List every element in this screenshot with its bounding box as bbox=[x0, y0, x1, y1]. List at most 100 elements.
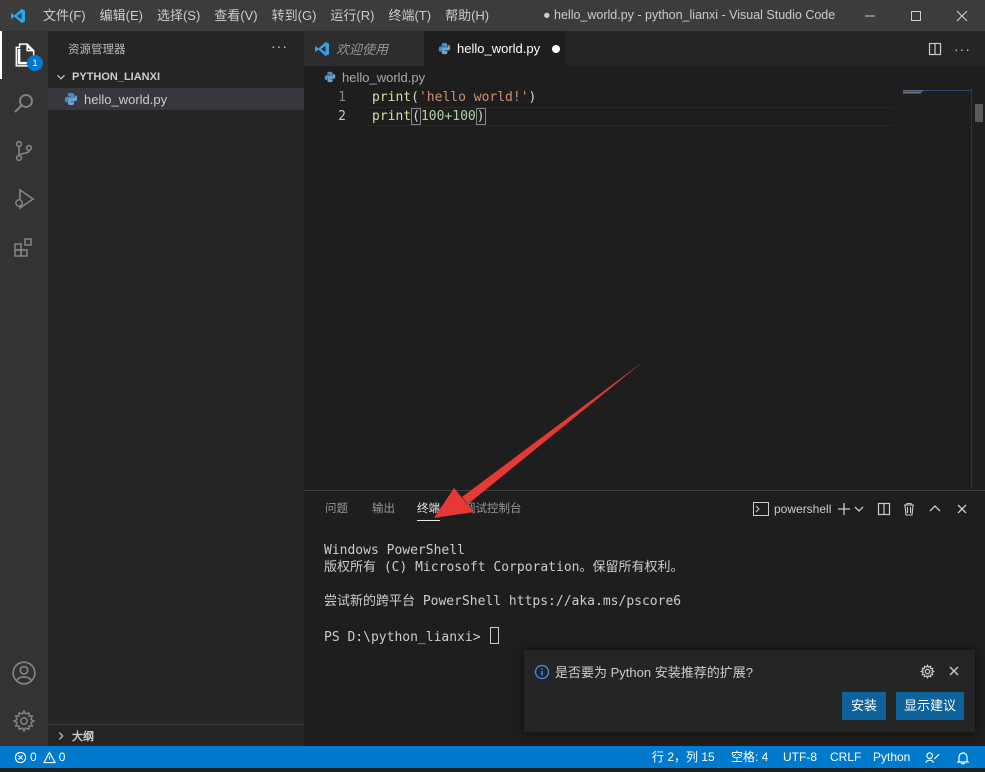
code-number: 100+100 bbox=[420, 109, 476, 124]
trash-icon bbox=[904, 502, 914, 516]
maximize-panel-button[interactable] bbox=[929, 499, 941, 519]
breadcrumb-file[interactable]: hello_world.py bbox=[342, 70, 425, 85]
close-icon bbox=[957, 504, 967, 514]
feedback-button[interactable] bbox=[925, 750, 940, 772]
more-actions-button[interactable]: ··· bbox=[271, 31, 288, 62]
source-control-icon bbox=[15, 140, 33, 162]
install-button[interactable]: 安装 bbox=[842, 692, 886, 720]
terminal-prompt: PS D:\python_lianxi> bbox=[324, 630, 489, 645]
notification-message: 是否要为 Python 安装推荐的扩展? bbox=[555, 665, 753, 680]
maximize-icon bbox=[911, 10, 921, 21]
unsaved-dot-icon[interactable] bbox=[552, 44, 561, 53]
tab-debug-console[interactable]: 调试控制台 bbox=[464, 491, 522, 527]
folder-label: PYTHON_LIANXI bbox=[72, 71, 161, 83]
vscode-tab-icon bbox=[315, 41, 329, 56]
notifications-button[interactable] bbox=[956, 750, 970, 772]
menu-terminal[interactable]: 终端(T) bbox=[381, 0, 438, 31]
indentation[interactable]: 空格: 4 bbox=[731, 746, 768, 768]
python-file-icon bbox=[64, 92, 78, 106]
outline-label: 大纲 bbox=[72, 730, 94, 743]
code-line[interactable]: print('hello world!') bbox=[372, 88, 536, 107]
menu-bar: 文件(F) 编辑(E) 选择(S) 查看(V) 转到(G) 运行(R) 终端(T… bbox=[36, 0, 496, 31]
chevron-down-icon bbox=[57, 74, 65, 80]
code-paren: ) bbox=[528, 90, 537, 105]
explorer-badge: 1 bbox=[27, 55, 43, 71]
terminal-cursor bbox=[490, 627, 500, 644]
info-icon bbox=[534, 664, 550, 680]
folder-python-lianxi[interactable]: PYTHON_LIANXI bbox=[48, 66, 304, 88]
split-terminal-button[interactable] bbox=[877, 499, 891, 519]
gear-icon bbox=[12, 709, 36, 733]
tab-terminal[interactable]: 终端 bbox=[417, 491, 440, 527]
file-hello-world[interactable]: hello_world.py bbox=[48, 88, 304, 110]
split-editor-button[interactable] bbox=[928, 31, 942, 66]
python-file-icon bbox=[324, 71, 336, 83]
kill-terminal-button[interactable] bbox=[902, 499, 916, 519]
outline-section[interactable]: 大纲 bbox=[48, 724, 304, 746]
tab-output[interactable]: 输出 bbox=[372, 491, 395, 527]
search-button[interactable] bbox=[0, 79, 48, 127]
menu-run[interactable]: 运行(R) bbox=[323, 0, 381, 31]
terminal-shell-selector[interactable]: powershell bbox=[753, 499, 831, 519]
minimize-button[interactable] bbox=[847, 0, 893, 31]
chevron-down-icon bbox=[854, 506, 864, 512]
terminal-icon bbox=[753, 502, 769, 516]
minimize-icon bbox=[865, 15, 875, 16]
cursor-position[interactable]: 行 2，列 15 bbox=[652, 746, 715, 768]
bracket-match: ( bbox=[411, 108, 421, 125]
line-ending[interactable]: CRLF bbox=[830, 746, 861, 768]
code-string: 'hello world!' bbox=[418, 90, 529, 105]
code-line[interactable]: print(100+100) bbox=[372, 107, 486, 126]
tab-hello-world[interactable]: hello_world.py bbox=[424, 31, 566, 66]
tab-problems[interactable]: 问题 bbox=[325, 491, 348, 527]
code-editor[interactable]: 1 print('hello world!') 2 print(100+100) bbox=[304, 88, 904, 488]
menu-view[interactable]: 查看(V) bbox=[207, 0, 264, 31]
menu-file[interactable]: 文件(F) bbox=[36, 0, 93, 31]
notification-toast: 是否要为 Python 安装推荐的扩展? 安装 显示建议 bbox=[524, 650, 975, 732]
run-debug-button[interactable] bbox=[0, 175, 48, 223]
show-recommendations-button[interactable]: 显示建议 bbox=[896, 692, 964, 720]
menu-selection[interactable]: 选择(S) bbox=[150, 0, 207, 31]
search-icon bbox=[14, 94, 33, 113]
run-debug-icon bbox=[15, 188, 35, 210]
menu-go[interactable]: 转到(G) bbox=[265, 0, 324, 31]
editor-scrollbar[interactable] bbox=[971, 88, 985, 488]
terminal-line: 版权所有 (C) Microsoft Corporation。保留所有权利。 bbox=[324, 560, 684, 575]
new-terminal-button[interactable] bbox=[837, 499, 851, 519]
menu-help[interactable]: 帮助(H) bbox=[438, 0, 496, 31]
close-window-button[interactable] bbox=[939, 0, 985, 31]
tab-welcome[interactable]: 欢迎使用 bbox=[304, 31, 424, 66]
close-icon[interactable] bbox=[948, 665, 960, 677]
language-mode[interactable]: Python bbox=[873, 746, 910, 768]
explorer-button[interactable]: 1 bbox=[0, 31, 48, 79]
extensions-button[interactable] bbox=[0, 223, 48, 271]
sidebar-header: 资源管理器 ··· bbox=[48, 31, 304, 66]
terminal-dropdown-button[interactable] bbox=[854, 499, 864, 519]
shell-name: powershell bbox=[774, 502, 832, 516]
menu-edit[interactable]: 编辑(E) bbox=[93, 0, 150, 31]
plus-icon bbox=[838, 503, 850, 515]
tab-active-label: hello_world.py bbox=[457, 41, 541, 56]
encoding[interactable]: UTF-8 bbox=[783, 746, 817, 768]
minimap[interactable] bbox=[903, 86, 971, 488]
accounts-button[interactable] bbox=[0, 649, 48, 697]
error-count: 0 bbox=[30, 750, 37, 764]
problems-status[interactable]: 0 0 bbox=[14, 746, 65, 768]
tab-welcome-label: 欢迎使用 bbox=[336, 42, 389, 57]
code-function: print bbox=[372, 90, 412, 105]
line-number: 1 bbox=[338, 90, 346, 105]
window-title: ● hello_world.py - python_lianxi - Visua… bbox=[543, 8, 836, 22]
gear-icon[interactable] bbox=[920, 664, 935, 679]
terminal-prompt-line[interactable]: PS D:\python_lianxi> bbox=[324, 627, 500, 646]
close-panel-button[interactable] bbox=[956, 499, 968, 519]
warning-icon bbox=[42, 750, 56, 763]
maximize-button[interactable] bbox=[893, 0, 939, 31]
scrollbar-thumb[interactable] bbox=[975, 104, 983, 122]
code-paren: ( bbox=[411, 90, 419, 105]
file-label: hello_world.py bbox=[84, 91, 168, 107]
warning-count: 0 bbox=[58, 750, 66, 764]
editor-more-button[interactable]: ··· bbox=[954, 31, 971, 66]
source-control-button[interactable] bbox=[0, 127, 48, 175]
chevron-up-icon bbox=[929, 505, 941, 512]
manage-button[interactable] bbox=[0, 697, 48, 745]
